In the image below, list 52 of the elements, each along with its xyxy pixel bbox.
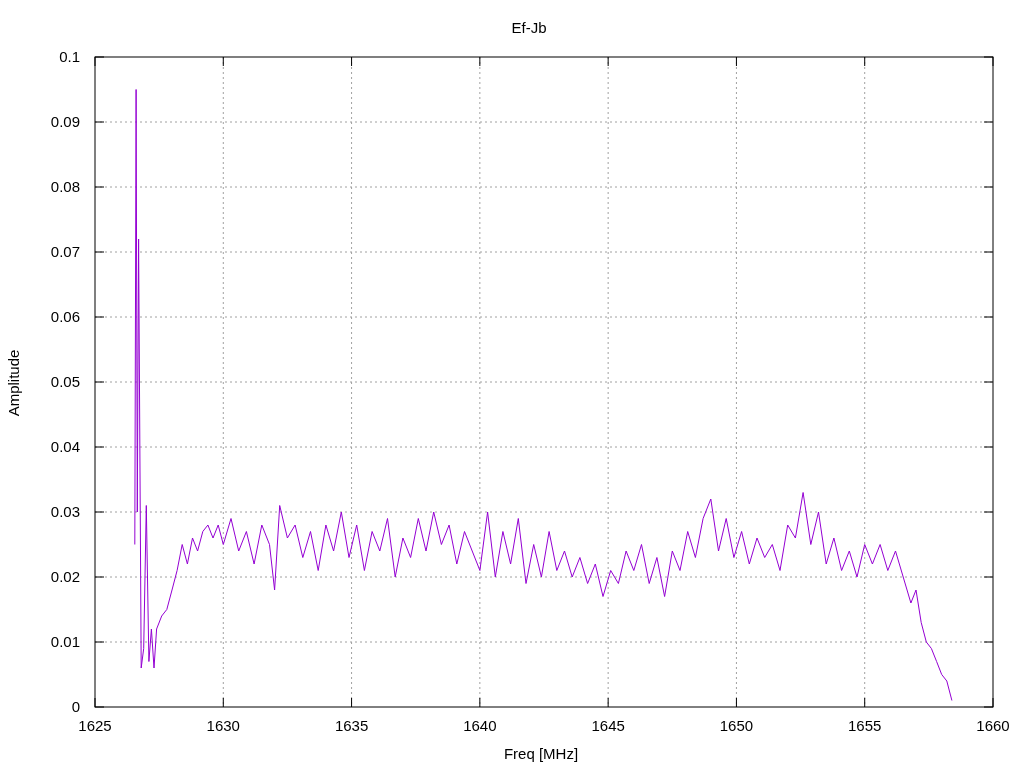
tick-mark [864, 56, 866, 67]
y-tick-label: 0.01 [50, 633, 80, 650]
tick-mark [983, 251, 994, 253]
tick-mark [222, 56, 224, 67]
tick-mark [94, 251, 105, 253]
tick-mark [479, 56, 481, 67]
tick-mark [479, 697, 481, 708]
y-tick-label: 0.03 [50, 503, 80, 520]
tick-mark [983, 186, 994, 188]
tick-mark [94, 121, 105, 123]
tick-mark [351, 697, 353, 708]
x-tick-label: 1660 [976, 717, 1010, 734]
x-tick-label: 1640 [463, 717, 497, 734]
tick-mark [983, 446, 994, 448]
y-tick-label: 0.1 [59, 48, 80, 65]
tick-mark [983, 511, 994, 513]
chart-title: Ef-Jb [511, 19, 547, 36]
y-tick-label: 0.09 [50, 113, 80, 130]
tick-mark [94, 576, 105, 578]
tick-mark [94, 511, 105, 513]
tick-mark [94, 446, 105, 448]
y-axis-label: Amplitude [5, 349, 22, 417]
tick-mark [351, 56, 353, 67]
x-tick-label: 1630 [206, 717, 240, 734]
tick-mark [983, 576, 994, 578]
x-tick-label: 1650 [719, 717, 754, 734]
tick-mark [735, 56, 737, 67]
tick-mark [735, 697, 737, 708]
tick-mark [607, 697, 609, 708]
y-tick-label: 0.04 [50, 438, 80, 455]
tick-mark [983, 121, 994, 123]
y-tick-label: 0.07 [50, 243, 80, 260]
tick-mark [94, 186, 105, 188]
y-tick-label: 0.08 [50, 178, 80, 195]
x-tick-label: 1655 [848, 717, 882, 734]
x-tick-label: 1625 [78, 717, 112, 734]
y-tick-label: 0.02 [50, 568, 80, 585]
y-tick-label: 0.05 [50, 373, 80, 390]
tick-mark [94, 381, 105, 383]
tick-mark [983, 316, 994, 318]
tick-mark [222, 697, 224, 708]
tick-mark [94, 641, 105, 643]
tick-mark [864, 697, 866, 708]
tick-mark [983, 641, 994, 643]
x-axis-label: Freq [MHz] [503, 745, 579, 762]
tick-mark [983, 381, 994, 383]
tick-mark [94, 316, 105, 318]
y-tick-label: 0.06 [50, 308, 80, 325]
x-tick-label: 1645 [591, 717, 625, 734]
tick-mark [607, 56, 609, 67]
y-tick-label: 0 [71, 698, 80, 715]
x-tick-label: 1635 [334, 717, 369, 734]
